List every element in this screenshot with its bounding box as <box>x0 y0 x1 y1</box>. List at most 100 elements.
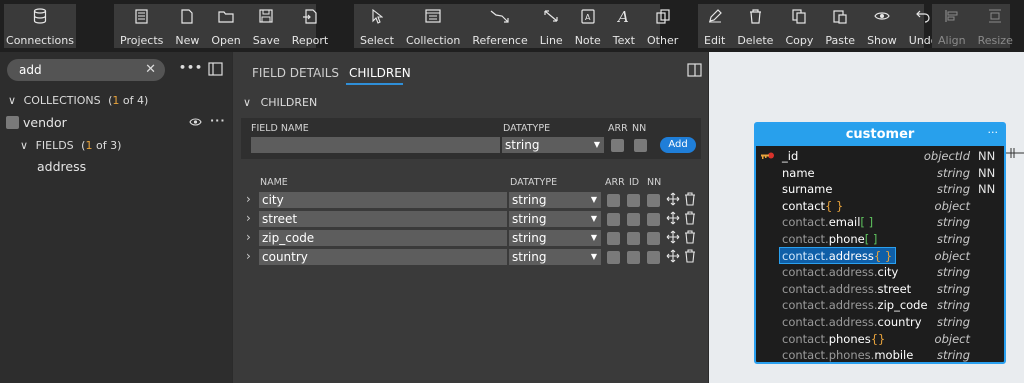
tab-children[interactable]: CHILDREN <box>349 66 411 80</box>
child-field-row[interactable]: › street string ▼ <box>233 210 708 228</box>
entity-field-row[interactable]: contact.email[ ] string <box>756 214 1004 230</box>
clear-search-icon[interactable]: ✕ <box>145 59 156 81</box>
fields-label: FIELDS <box>35 139 74 152</box>
reference-button[interactable]: Reference <box>466 4 533 48</box>
chevron-right-icon[interactable]: › <box>246 230 251 244</box>
line-button[interactable]: Line <box>534 4 569 48</box>
vendor-checkbox[interactable] <box>6 116 19 129</box>
child-field-datatype-select[interactable]: string ▼ <box>509 230 601 246</box>
child-field-row[interactable]: › city string ▼ <box>233 191 708 209</box>
open-button[interactable]: Open <box>205 4 246 48</box>
collections-header[interactable]: ∨ COLLECTIONS (1 of 4) <box>8 94 148 107</box>
child-field-nn-checkbox[interactable] <box>647 232 660 245</box>
child-field-arr-checkbox[interactable] <box>607 251 620 264</box>
collection-item-vendor[interactable]: vendor ··· <box>0 112 232 134</box>
new-field-datatype-select[interactable]: string ▼ <box>502 137 604 153</box>
move-icon[interactable] <box>666 192 680 206</box>
fields-count: 1 <box>85 139 93 152</box>
child-field-arr-checkbox[interactable] <box>607 194 620 207</box>
save-button[interactable]: Save <box>247 4 286 48</box>
resize-button[interactable]: Resize <box>972 4 1019 48</box>
collection-button[interactable]: Collection <box>400 4 466 48</box>
child-field-datatype-select[interactable]: string ▼ <box>509 211 601 227</box>
child-field-name-input[interactable]: country <box>259 249 507 265</box>
entity-field-row[interactable]: contact.address.zip_code string <box>756 297 1004 313</box>
entity-field-row[interactable]: contact.address.city string <box>756 264 1004 280</box>
delete-button[interactable]: Delete <box>731 4 779 48</box>
connections-button[interactable]: Connections <box>4 4 76 48</box>
child-field-id-checkbox[interactable] <box>627 213 640 226</box>
panel-layout-icon[interactable] <box>687 63 702 77</box>
align-button[interactable]: Align <box>932 4 972 48</box>
more-icon[interactable]: ··· <box>210 114 226 127</box>
entity-field-name: _id <box>782 149 798 163</box>
children-section-header[interactable]: ∨ CHILDREN <box>243 96 317 109</box>
child-field-arr-checkbox[interactable] <box>607 213 620 226</box>
child-field-id-checkbox[interactable] <box>627 194 640 207</box>
panel-layout-icon[interactable] <box>208 62 223 76</box>
add-button[interactable]: Add <box>660 137 696 153</box>
search-input[interactable]: add ✕ <box>7 59 165 81</box>
child-field-row[interactable]: › country string ▼ <box>233 248 708 266</box>
projects-button[interactable]: Projects <box>114 4 169 48</box>
report-button[interactable]: Report <box>286 4 334 48</box>
other-button[interactable]: Other <box>641 4 684 48</box>
edit-button[interactable]: Edit <box>698 4 731 48</box>
show-button[interactable]: Show <box>861 4 903 48</box>
folder-icon <box>218 4 234 28</box>
entity-field-row[interactable]: contact{ } object <box>756 198 1004 214</box>
chevron-right-icon[interactable]: › <box>246 249 251 263</box>
entity-field-row[interactable]: contact.phones{} object <box>756 331 1004 347</box>
text-button[interactable]: A Text <box>607 4 641 48</box>
tab-field-details[interactable]: FIELD DETAILS <box>252 66 339 80</box>
entity-field-label: street <box>877 281 912 296</box>
entity-field-row[interactable]: _id objectId NN <box>756 148 1004 164</box>
eye-icon[interactable] <box>189 117 202 127</box>
trash-icon[interactable] <box>684 192 696 206</box>
new-field-name-input[interactable] <box>251 137 500 153</box>
entity-field-row[interactable]: surname string NN <box>756 181 1004 197</box>
entity-field-row[interactable]: contact.phone[ ] string <box>756 231 1004 247</box>
child-field-id-checkbox[interactable] <box>627 232 640 245</box>
child-field-datatype-select[interactable]: string ▼ <box>509 249 601 265</box>
entity-field-row[interactable]: contact.address.country string <box>756 314 1004 330</box>
entity-field-name: contact.address.city <box>782 265 898 279</box>
child-field-nn-checkbox[interactable] <box>647 213 660 226</box>
entity-field-name: contact.address.country <box>782 315 922 329</box>
select-button[interactable]: Select <box>354 4 400 48</box>
move-icon[interactable] <box>666 249 680 263</box>
child-field-name-input[interactable]: street <box>259 211 507 227</box>
child-field-arr-checkbox[interactable] <box>607 232 620 245</box>
note-button[interactable]: A Note <box>569 4 607 48</box>
entity-header[interactable]: customer ··· <box>756 124 1004 146</box>
chevron-right-icon[interactable]: › <box>246 211 251 225</box>
entity-customer[interactable]: customer ··· _id objectId NN name string NN su… <box>754 122 1006 364</box>
new-button[interactable]: New <box>169 4 205 48</box>
trash-icon[interactable] <box>684 230 696 244</box>
field-item-address[interactable]: address <box>37 159 86 174</box>
child-field-nn-checkbox[interactable] <box>647 194 660 207</box>
entity-field-row[interactable]: contact.address.street string <box>756 281 1004 297</box>
entity-field-row[interactable]: contact.address{ } object <box>756 246 1004 264</box>
entity-field-path: contact. <box>782 248 829 263</box>
child-field-nn-checkbox[interactable] <box>647 251 660 264</box>
fields-header[interactable]: ∨ FIELDS (1 of 3) <box>20 139 121 152</box>
entity-field-row[interactable]: name string NN <box>756 165 1004 181</box>
copy-button[interactable]: Copy <box>779 4 819 48</box>
chevron-right-icon[interactable]: › <box>246 192 251 206</box>
entity-field-row[interactable]: contact.phones.mobile string <box>756 347 1004 363</box>
trash-icon[interactable] <box>684 249 696 263</box>
child-field-datatype-select[interactable]: string ▼ <box>509 192 601 208</box>
new-field-arr-checkbox[interactable] <box>611 139 624 152</box>
new-field-nn-checkbox[interactable] <box>634 139 647 152</box>
child-field-id-checkbox[interactable] <box>627 251 640 264</box>
child-field-name-input[interactable]: city <box>259 192 507 208</box>
move-icon[interactable] <box>666 211 680 225</box>
child-field-name-input[interactable]: zip_code <box>259 230 507 246</box>
paste-button[interactable]: Paste <box>819 4 861 48</box>
more-options-icon[interactable]: ••• <box>179 61 203 74</box>
trash-icon[interactable] <box>684 211 696 225</box>
entity-more-icon[interactable]: ··· <box>988 126 999 139</box>
child-field-row[interactable]: › zip_code string ▼ <box>233 229 708 247</box>
move-icon[interactable] <box>666 230 680 244</box>
